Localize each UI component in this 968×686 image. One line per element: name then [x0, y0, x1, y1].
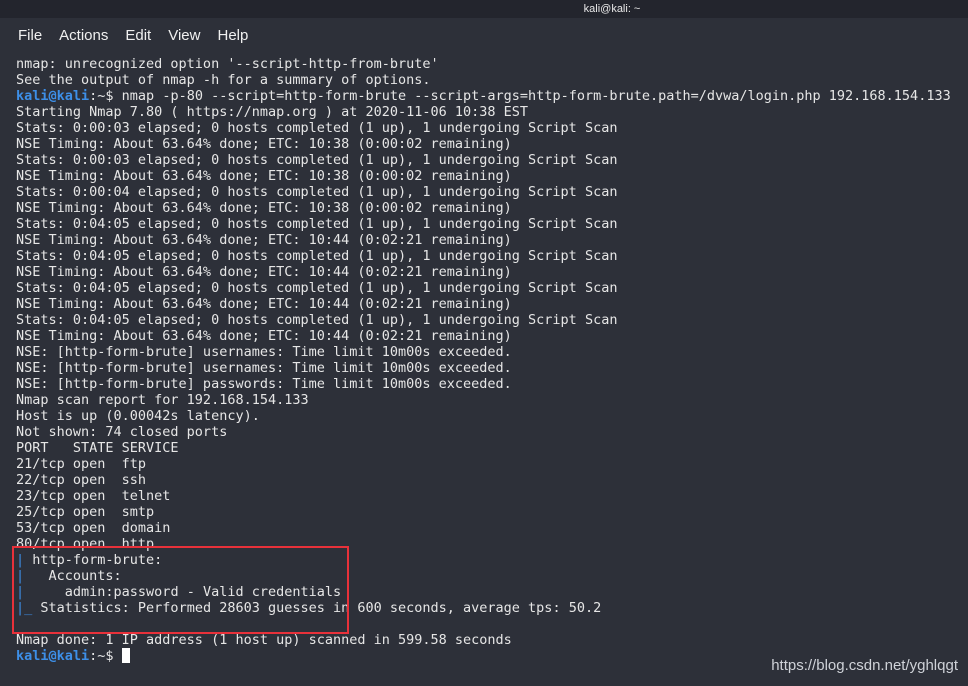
- output-line: NSE: [http-form-brute] usernames: Time l…: [16, 344, 968, 360]
- line-text: PORT STATE SERVICE: [16, 440, 179, 456]
- output-line: Stats: 0:00:04 elapsed; 0 hosts complete…: [16, 184, 968, 200]
- line-text: Stats: 0:04:05 elapsed; 0 hosts complete…: [16, 312, 618, 328]
- output-line: 53/tcp open domain: [16, 520, 968, 536]
- output-line: Stats: 0:04:05 elapsed; 0 hosts complete…: [16, 248, 968, 264]
- output-line: PORT STATE SERVICE: [16, 440, 968, 456]
- line-text: See the output of nmap -h for a summary …: [16, 72, 431, 88]
- output-line: nmap: unrecognized option '--script-http…: [16, 56, 968, 72]
- output-line: Stats: 0:00:03 elapsed; 0 hosts complete…: [16, 120, 968, 136]
- output-line: NSE Timing: About 63.64% done; ETC: 10:4…: [16, 264, 968, 280]
- line-text: NSE: [http-form-brute] passwords: Time l…: [16, 376, 512, 392]
- output-line: NSE Timing: About 63.64% done; ETC: 10:4…: [16, 232, 968, 248]
- output-line: Nmap done: 1 IP address (1 host up) scan…: [16, 632, 968, 648]
- prompt-path: :~$: [89, 88, 114, 104]
- output-line: NSE Timing: About 63.64% done; ETC: 10:4…: [16, 328, 968, 344]
- output-line: NSE: [http-form-brute] passwords: Time l…: [16, 376, 968, 392]
- line-text: nmap -p-80 --script=http-form-brute --sc…: [113, 88, 951, 104]
- output-line: 23/tcp open telnet: [16, 488, 968, 504]
- line-text: NSE Timing: About 63.64% done; ETC: 10:4…: [16, 264, 512, 280]
- output-line: NSE Timing: About 63.64% done; ETC: 10:3…: [16, 168, 968, 184]
- window-title-bar: kali@kali: ~: [0, 0, 968, 18]
- menu-file[interactable]: File: [18, 27, 42, 44]
- line-text: Stats: 0:00:04 elapsed; 0 hosts complete…: [16, 184, 618, 200]
- line-text: Not shown: 74 closed ports: [16, 424, 228, 440]
- prompt-user: kali@kali: [16, 648, 90, 664]
- output-line: 25/tcp open smtp: [16, 504, 968, 520]
- output-line: NSE Timing: About 63.64% done; ETC: 10:3…: [16, 200, 968, 216]
- line-text: NSE Timing: About 63.64% done; ETC: 10:3…: [16, 136, 512, 152]
- output-line: Host is up (0.00042s latency).: [16, 408, 968, 424]
- output-line: NSE Timing: About 63.64% done; ETC: 10:3…: [16, 136, 968, 152]
- prompt-line: kali@kali:~$ nmap -p-80 --script=http-fo…: [16, 88, 968, 104]
- line-text: Stats: 0:04:05 elapsed; 0 hosts complete…: [16, 280, 618, 296]
- output-line: Not shown: 74 closed ports: [16, 424, 968, 440]
- line-text: Stats: 0:00:03 elapsed; 0 hosts complete…: [16, 152, 618, 168]
- output-line: Nmap scan report for 192.168.154.133: [16, 392, 968, 408]
- line-text: Nmap scan report for 192.168.154.133: [16, 392, 309, 408]
- prompt-path: :~$: [89, 648, 114, 664]
- highlight-box: [12, 546, 349, 634]
- output-line: 22/tcp open ssh: [16, 472, 968, 488]
- line-text: 23/tcp open telnet: [16, 488, 171, 504]
- output-line: Stats: 0:00:03 elapsed; 0 hosts complete…: [16, 152, 968, 168]
- menu-help[interactable]: Help: [217, 27, 248, 44]
- line-text: 22/tcp open ssh: [16, 472, 147, 488]
- line-text: Stats: 0:04:05 elapsed; 0 hosts complete…: [16, 248, 618, 264]
- line-text: Host is up (0.00042s latency).: [16, 408, 260, 424]
- output-line: Stats: 0:04:05 elapsed; 0 hosts complete…: [16, 280, 968, 296]
- cursor: [121, 648, 130, 663]
- line-text: Nmap done: 1 IP address (1 host up) scan…: [16, 632, 512, 648]
- menu-actions[interactable]: Actions: [59, 27, 108, 44]
- line-text: nmap: unrecognized option '--script-http…: [16, 56, 439, 72]
- menu-bar: File Actions Edit View Help: [0, 19, 968, 51]
- line-text: [114, 648, 122, 664]
- line-text: NSE Timing: About 63.64% done; ETC: 10:4…: [16, 328, 512, 344]
- menu-edit[interactable]: Edit: [125, 27, 151, 44]
- output-line: See the output of nmap -h for a summary …: [16, 72, 968, 88]
- line-text: NSE Timing: About 63.64% done; ETC: 10:4…: [16, 232, 512, 248]
- output-line: NSE Timing: About 63.64% done; ETC: 10:4…: [16, 296, 968, 312]
- line-text: NSE: [http-form-brute] usernames: Time l…: [16, 344, 512, 360]
- menu-view[interactable]: View: [168, 27, 200, 44]
- line-text: 53/tcp open domain: [16, 520, 171, 536]
- line-text: NSE Timing: About 63.64% done; ETC: 10:4…: [16, 296, 512, 312]
- line-text: Stats: 0:00:03 elapsed; 0 hosts complete…: [16, 120, 618, 136]
- line-text: 21/tcp open ftp: [16, 456, 147, 472]
- prompt-user: kali@kali: [16, 88, 90, 104]
- output-line: Stats: 0:04:05 elapsed; 0 hosts complete…: [16, 312, 968, 328]
- line-text: Starting Nmap 7.80 ( https://nmap.org ) …: [16, 104, 529, 120]
- output-line: 21/tcp open ftp: [16, 456, 968, 472]
- line-text: NSE Timing: About 63.64% done; ETC: 10:3…: [16, 168, 512, 184]
- line-text: Stats: 0:04:05 elapsed; 0 hosts complete…: [16, 216, 618, 232]
- line-text: 25/tcp open smtp: [16, 504, 155, 520]
- line-text: NSE: [http-form-brute] usernames: Time l…: [16, 360, 512, 376]
- line-text: NSE Timing: About 63.64% done; ETC: 10:3…: [16, 200, 512, 216]
- watermark: https://blog.csdn.net/yghlqgt: [771, 657, 958, 674]
- window-title: kali@kali: ~: [583, 3, 641, 15]
- output-line: Stats: 0:04:05 elapsed; 0 hosts complete…: [16, 216, 968, 232]
- output-line: Starting Nmap 7.80 ( https://nmap.org ) …: [16, 104, 968, 120]
- output-line: NSE: [http-form-brute] usernames: Time l…: [16, 360, 968, 376]
